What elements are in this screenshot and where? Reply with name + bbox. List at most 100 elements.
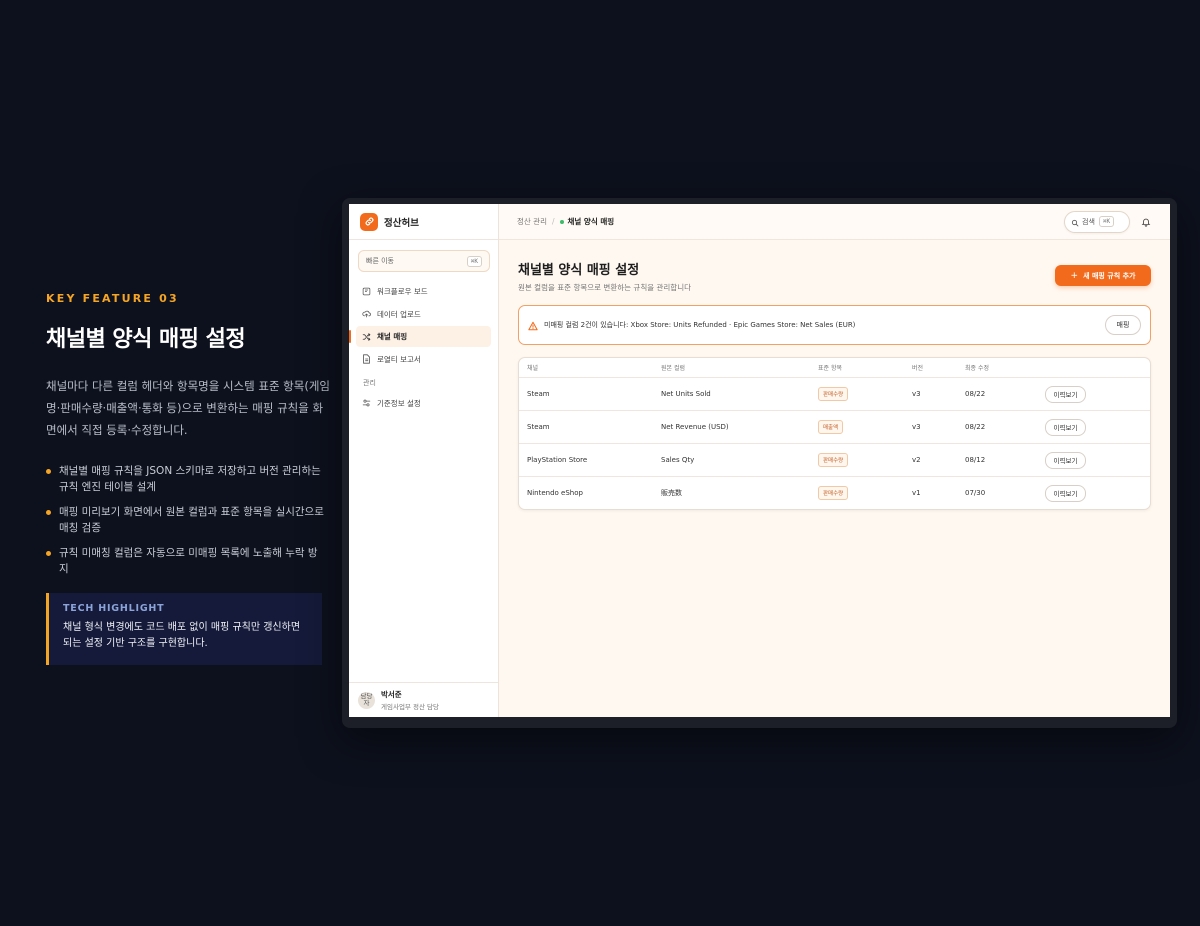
quick-move-button[interactable]: 빠른 이동 ⌘K: [358, 250, 490, 272]
cell-source: 販売数: [661, 489, 682, 497]
feature-bullets: 채널별 매핑 규칙을 JSON 스키마로 저장하고 버전 관리하는 규칙 엔진 …: [46, 463, 336, 577]
history-button[interactable]: 이력보기: [1045, 418, 1086, 436]
tech-highlight: TECH HIGHLIGHT 채널 형식 변경에도 코드 배포 없이 매핑 규칙…: [46, 593, 322, 665]
bullet-dot-icon: [46, 510, 51, 515]
tech-highlight-body: 채널 형식 변경에도 코드 배포 없이 매핑 규칙만 갱신하면 되는 설정 기반…: [63, 622, 301, 649]
cell-source: Net Units Sold: [661, 390, 711, 398]
user-name: 박서준: [381, 690, 402, 699]
table-row[interactable]: Steam Net Units Sold 판매수량 v3 08/22 이력보기: [519, 377, 1150, 410]
standard-tag: 판매수량: [818, 453, 849, 467]
feature-bullet: 매핑 미리보기 화면에서 원본 컬럼과 표준 항목을 실시간으로 매칭 검증: [46, 504, 326, 536]
feature-title: 채널별 양식 매핑 설정: [46, 327, 246, 352]
feature-kicker: KEY FEATURE 03: [46, 292, 179, 305]
board-icon: [362, 287, 371, 296]
history-button[interactable]: 이력보기: [1045, 451, 1086, 469]
column-header-standard: 표준 항목: [818, 365, 842, 372]
brand-name: 정산허브: [384, 217, 419, 229]
mapping-table: 채널 원본 컬럼 표준 항목 버전 최종 수정 Steam Net Units …: [518, 357, 1151, 510]
user-role: 게임사업부 정산 담당: [381, 703, 439, 711]
document-icon: [362, 354, 371, 364]
sidebar-item-label: 기준정보 설정: [377, 398, 421, 408]
sidebar-item-label: 채널 매핑: [377, 332, 408, 341]
feature-bullet: 채널별 매핑 규칙을 JSON 스키마로 저장하고 버전 관리하는 규칙 엔진 …: [46, 463, 326, 495]
cell-source: Net Revenue (USD): [661, 423, 729, 431]
sidebar-item-label: 데이터 업로드: [377, 309, 421, 319]
column-header-source: 원본 컬럼: [661, 365, 685, 372]
user-profile[interactable]: 담당자 박서준 게임사업부 정산 담당: [349, 682, 498, 717]
sidebar-item-label: 로열티 보고서: [377, 354, 421, 364]
bullet-dot-icon: [46, 551, 51, 556]
cell-version: v2: [912, 456, 921, 464]
breadcrumb-current: 채널 양식 매핑: [567, 217, 615, 226]
breadcrumb: 정산 관리 / 채널 양식 매핑: [517, 216, 614, 227]
cell-version: v3: [912, 390, 921, 398]
nav-section-admin: 관리: [363, 378, 376, 387]
column-header-version: 버전: [912, 365, 924, 372]
breadcrumb-separator: /: [551, 217, 555, 226]
cell-channel: PlayStation Store: [527, 456, 588, 464]
column-header-channel: 채널: [527, 365, 539, 372]
standard-tag: 매출액: [818, 420, 844, 434]
sidebar-item-label: 워크플로우 보드: [377, 287, 428, 296]
topbar: 정산 관리 / 채널 양식 매핑 검색 ⌘K: [499, 204, 1170, 240]
sidebar-nav: 워크플로우 보드 데이터 업로드 채널 매핑 로열티 보고서: [349, 281, 498, 370]
cloud-upload-icon: [362, 310, 371, 319]
settings-sliders-icon: [362, 399, 371, 408]
bullet-dot-icon: [46, 469, 51, 474]
page-subtitle: 원본 컬럼을 표준 항목으로 변환하는 규칙을 관리합니다: [518, 283, 692, 292]
sidebar-item-royalty-report[interactable]: 로열티 보고서: [356, 349, 491, 370]
cell-channel: Steam: [527, 390, 550, 398]
search-button[interactable]: 검색 ⌘K: [1064, 210, 1130, 233]
table-header: 채널 원본 컬럼 표준 항목 버전 최종 수정: [519, 358, 1150, 377]
table-row[interactable]: Nintendo eShop 販売数 판매수량 v1 07/30 이력보기: [519, 476, 1150, 509]
alert-mapping-button[interactable]: 매핑: [1105, 315, 1141, 335]
search-icon: [1071, 212, 1079, 231]
quick-move-label: 빠른 이동: [366, 257, 394, 265]
add-mapping-rule-label: 새 매핑 규칙 추가: [1083, 271, 1136, 280]
sidebar-item-master-settings[interactable]: 기준정보 설정: [356, 393, 491, 414]
cell-updated: 08/22: [965, 423, 986, 431]
page-title: 채널별 양식 매핑 설정: [518, 263, 640, 278]
feature-panel: KEY FEATURE 03 채널별 양식 매핑 설정 채널마다 다른 컬럼 헤…: [46, 292, 336, 665]
history-button[interactable]: 이력보기: [1045, 385, 1086, 403]
feature-bullet: 규칙 미매칭 컬럼은 자동으로 미매핑 목록에 노출해 누락 방지: [46, 545, 326, 577]
warning-icon: [528, 316, 538, 335]
sidebar-item-channel-mapping[interactable]: 채널 매핑: [349, 326, 491, 347]
cell-updated: 08/12: [965, 456, 986, 464]
cell-updated: 07/30: [965, 489, 986, 497]
sidebar-item-data-upload[interactable]: 데이터 업로드: [356, 304, 491, 325]
cell-version: v1: [912, 489, 921, 497]
cell-version: v3: [912, 423, 921, 431]
main-content: 정산 관리 / 채널 양식 매핑 검색 ⌘K 채널별 양식 매핑 설정 원본 컬…: [499, 204, 1170, 717]
cell-updated: 08/22: [965, 390, 986, 398]
sidebar: 정산허브 빠른 이동 ⌘K 워크플로우 보드 데이터 업로드 채널 매핑 로열티…: [349, 204, 499, 717]
cell-channel: Nintendo eShop: [527, 489, 583, 497]
app: 정산허브 빠른 이동 ⌘K 워크플로우 보드 데이터 업로드 채널 매핑 로열티…: [349, 204, 1170, 717]
search-shortcut: ⌘K: [1098, 216, 1115, 227]
alert-text: 미매핑 컬럼 2건이 있습니다: Xbox Store: Units Refun…: [544, 321, 856, 329]
link-logo-icon: [360, 212, 378, 231]
table-row[interactable]: PlayStation Store Sales Qty 판매수량 v2 08/1…: [519, 443, 1150, 476]
brand[interactable]: 정산허브: [349, 204, 498, 240]
bell-icon[interactable]: [1141, 217, 1151, 227]
breadcrumb-parent[interactable]: 정산 관리: [517, 216, 547, 227]
shuffle-icon: [362, 332, 371, 341]
quick-move-shortcut: ⌘K: [466, 255, 482, 267]
plus-icon: +: [1070, 270, 1079, 281]
column-header-updated: 최종 수정: [965, 365, 989, 372]
cell-source: Sales Qty: [661, 456, 695, 464]
cell-channel: Steam: [527, 423, 550, 431]
app-window: 정산허브 빠른 이동 ⌘K 워크플로우 보드 데이터 업로드 채널 매핑 로열티…: [342, 198, 1177, 728]
table-row[interactable]: Steam Net Revenue (USD) 매출액 v3 08/22 이력보…: [519, 410, 1150, 443]
standard-tag: 판매수량: [818, 387, 849, 401]
unmapped-alert: 미매핑 컬럼 2건이 있습니다: Xbox Store: Units Refun…: [518, 305, 1151, 345]
history-button[interactable]: 이력보기: [1045, 484, 1086, 502]
standard-tag: 판매수량: [818, 486, 849, 500]
feature-description: 채널마다 다른 컬럼 헤더와 항목명을 시스템 표준 항목(게임명·판매수량·매…: [46, 379, 330, 437]
search-label: 검색: [1082, 217, 1095, 226]
tech-highlight-title: TECH HIGHLIGHT: [63, 603, 165, 614]
status-dot-icon: [559, 219, 564, 224]
sidebar-item-workflow-board[interactable]: 워크플로우 보드: [356, 281, 491, 302]
avatar: 담당자: [358, 691, 375, 709]
add-mapping-rule-button[interactable]: + 새 매핑 규칙 추가: [1055, 265, 1151, 286]
